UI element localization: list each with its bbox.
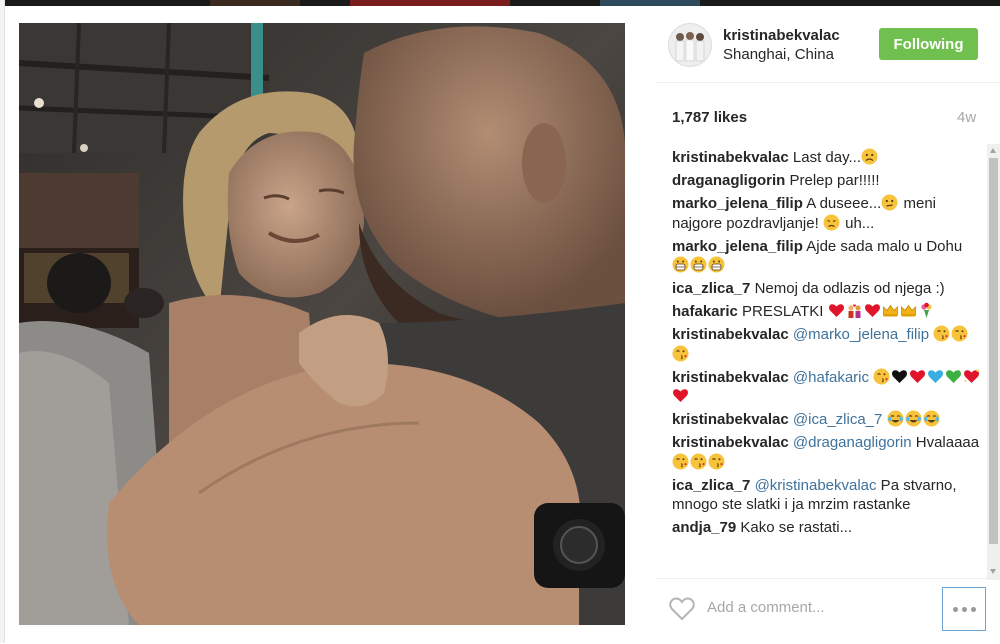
comment-item: hafakaric PRESLATKI xyxy=(672,302,982,322)
post-detail-panel: kristinabekvalac Shanghai, China Followi… xyxy=(656,12,1000,643)
comment-item: andja_79 Kako se rastati... xyxy=(672,518,982,538)
sad-face-icon xyxy=(861,148,878,165)
comment-item: marko_jelena_filip Ajde sada malo u Dohu xyxy=(672,237,982,276)
comment-item: kristinabekvalac @marko_jelena_filip xyxy=(672,325,982,364)
author-avatar[interactable] xyxy=(668,23,712,67)
confused-face-icon xyxy=(881,194,898,211)
comment-username[interactable]: kristinabekvalac xyxy=(672,149,789,166)
sparkling-heart-icon xyxy=(963,368,980,385)
comment-username[interactable]: draganagligorin xyxy=(672,172,785,189)
kiss-face-icon xyxy=(690,453,707,470)
more-options-icon xyxy=(952,606,958,612)
comment-item: ica_zlica_7 @kristinabekvalac Pa stvarno… xyxy=(672,476,982,515)
comment-text: Nemoj da odlazis od njega :) xyxy=(750,280,945,297)
comment-username[interactable]: ica_zlica_7 xyxy=(672,477,750,494)
comment-username[interactable]: andja_79 xyxy=(672,519,736,536)
comment-item: marko_jelena_filip A duseee... meni najg… xyxy=(672,194,982,233)
post-age[interactable]: 4w xyxy=(957,109,976,126)
comment-text: uh... xyxy=(840,214,875,232)
following-button[interactable]: Following xyxy=(879,28,978,60)
comment-text: Last day... xyxy=(788,149,862,166)
green-heart-icon xyxy=(945,368,962,385)
comment-text: Ajde sada malo u Dohu xyxy=(802,237,963,255)
likes-count[interactable]: 1,787 likes xyxy=(672,109,747,126)
kiss-face-icon xyxy=(672,453,689,470)
comment-username[interactable]: kristinabekvalac xyxy=(672,411,789,428)
comment-mention[interactable]: @kristinabekvalac xyxy=(750,477,877,494)
comment-mention[interactable]: @draganagligorin xyxy=(789,434,912,451)
heart-outline-icon[interactable] xyxy=(669,597,695,626)
red-heart-icon xyxy=(672,387,689,404)
scream-face-icon xyxy=(672,256,689,273)
kiss-face-icon xyxy=(933,325,950,342)
more-options-button[interactable] xyxy=(942,587,986,631)
comment-item: draganagligorin Prelep par!!!!! xyxy=(672,171,982,191)
comment-username[interactable]: kristinabekvalac xyxy=(672,434,789,451)
comment-mention[interactable]: @ica_zlica_7 xyxy=(789,411,882,428)
post-header: kristinabekvalac Shanghai, China Followi… xyxy=(656,12,1000,83)
comment-mention[interactable]: @marko_jelena_filip xyxy=(789,326,929,343)
worried-face-icon xyxy=(823,214,840,231)
comment-item: ica_zlica_7 Nemoj da odlazis od njega :) xyxy=(672,279,982,299)
comments-scrollbar[interactable] xyxy=(987,144,1000,580)
joy-face-icon xyxy=(923,410,940,427)
couple-heart-icon xyxy=(846,302,863,319)
author-username[interactable]: kristinabekvalac xyxy=(723,27,840,44)
red-heart-icon xyxy=(864,302,881,319)
top-strip xyxy=(0,0,1000,6)
joy-face-icon xyxy=(905,410,922,427)
left-window-edge xyxy=(0,0,5,643)
kiss-face-icon xyxy=(672,345,689,362)
more-dot xyxy=(961,606,967,612)
comment-username[interactable]: kristinabekvalac xyxy=(672,369,789,386)
comment-username[interactable]: ica_zlica_7 xyxy=(672,280,750,297)
crown-icon xyxy=(882,302,899,319)
comment-item: kristinabekvalac @draganagligorin Hvalaa… xyxy=(672,433,982,472)
comment-item: kristinabekvalac @hafakaric xyxy=(672,368,982,407)
post-footer: Add a comment... xyxy=(656,578,1000,644)
comment-username[interactable]: hafakaric xyxy=(672,303,738,320)
comment-mention[interactable]: @hafakaric xyxy=(789,369,869,386)
comment-text: PRESLATKI xyxy=(737,303,828,320)
black-heart-icon xyxy=(891,368,908,385)
comment-text: Prelep par!!!!! xyxy=(785,172,880,189)
comments-list: kristinabekvalac Last day... draganagligo… xyxy=(672,148,982,572)
comment-username[interactable]: marko_jelena_filip xyxy=(672,195,803,212)
comment-text: A duseee... xyxy=(802,195,882,212)
bouquet-icon xyxy=(918,302,935,319)
scream-face-icon xyxy=(690,256,707,273)
add-comment-input[interactable]: Add a comment... xyxy=(707,599,825,616)
joy-face-icon xyxy=(887,410,904,427)
blue-heart-icon xyxy=(927,368,944,385)
more-dot xyxy=(970,606,976,612)
post-location[interactable]: Shanghai, China xyxy=(723,46,834,63)
scroll-up-icon[interactable] xyxy=(990,148,996,153)
red-heart-icon xyxy=(828,302,845,319)
comment-text: Hvalaaaa xyxy=(911,434,980,451)
comment-item: kristinabekvalac Last day... xyxy=(672,148,982,168)
scream-face-icon xyxy=(708,256,725,273)
post-photo[interactable] xyxy=(19,23,625,625)
scroll-down-icon[interactable] xyxy=(990,569,996,574)
kiss-face-icon xyxy=(951,325,968,342)
comment-item: kristinabekvalac @ica_zlica_7 xyxy=(672,410,982,430)
comment-username[interactable]: marko_jelena_filip xyxy=(672,238,803,255)
scrollbar-thumb[interactable] xyxy=(989,158,998,544)
crown-icon xyxy=(900,302,917,319)
kiss-face-icon xyxy=(708,453,725,470)
kiss-face-icon xyxy=(873,368,890,385)
comment-text: Kako se rastati... xyxy=(736,519,853,536)
red-heart-icon xyxy=(909,368,926,385)
comment-username[interactable]: kristinabekvalac xyxy=(672,326,789,343)
